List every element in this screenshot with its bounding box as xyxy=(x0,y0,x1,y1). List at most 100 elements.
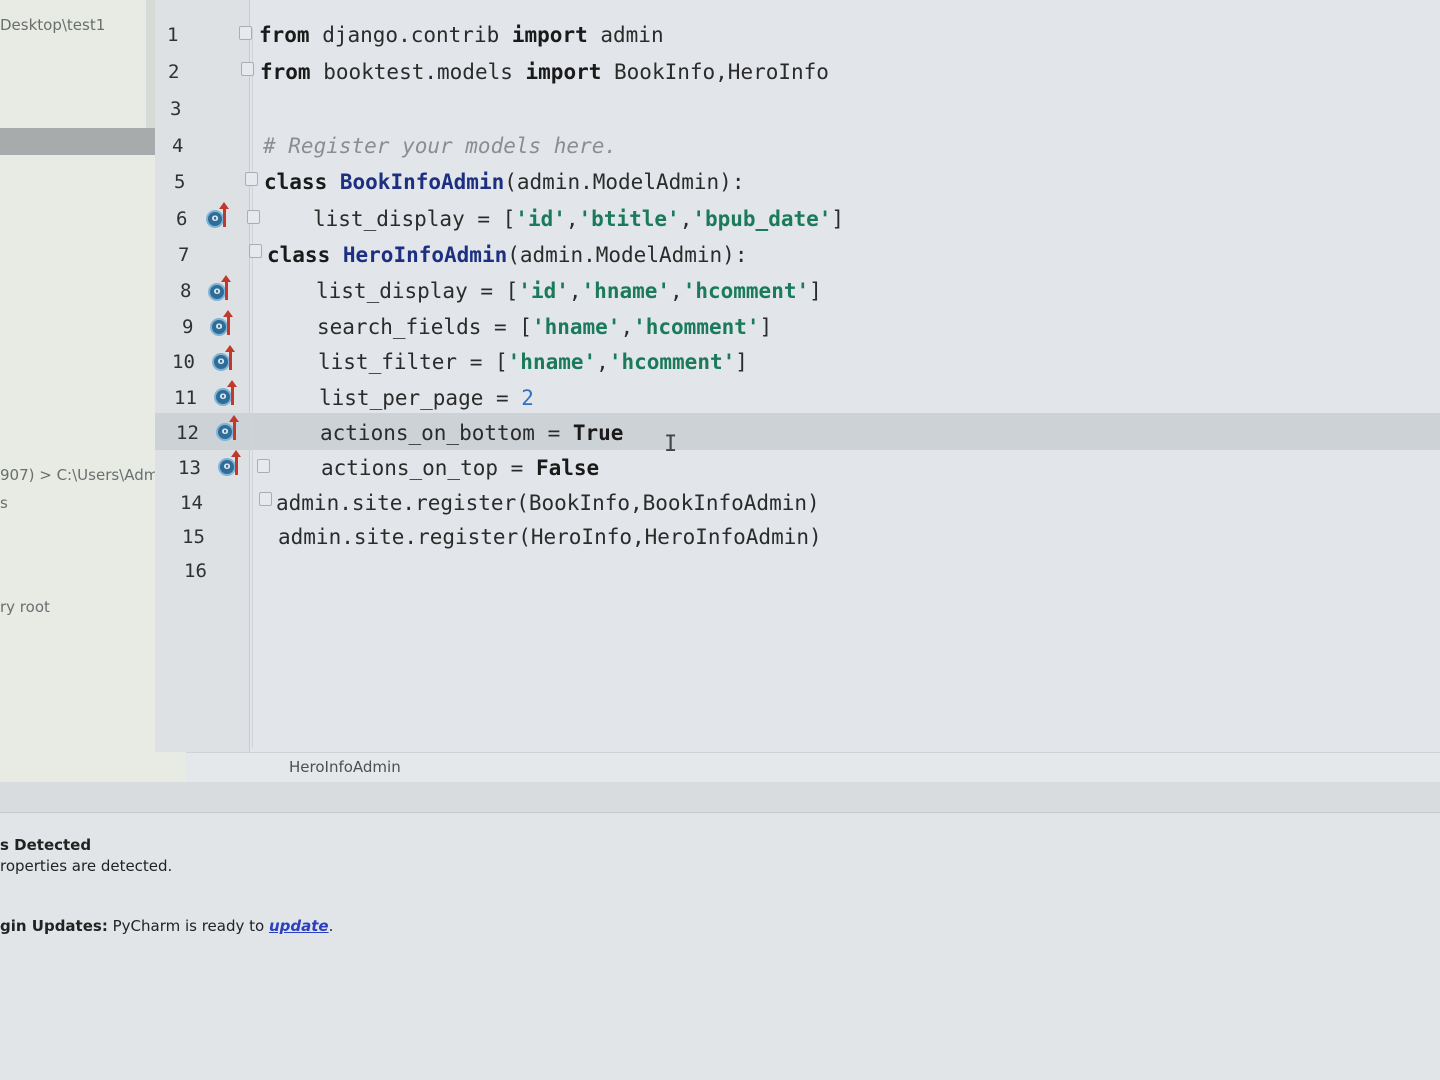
override-method-icon[interactable]: o xyxy=(216,415,246,444)
update-link[interactable]: update xyxy=(269,917,329,935)
bracket: ] xyxy=(759,315,773,339)
project-tree-item[interactable]: s xyxy=(0,494,8,512)
attribute: list_display = [ xyxy=(313,207,516,231)
string-literal: 'hname' xyxy=(531,315,621,339)
code-line-1[interactable]: from django.contrib import admin xyxy=(259,17,664,53)
line-number: 12 xyxy=(176,422,199,444)
fold-icon[interactable] xyxy=(259,492,272,506)
fold-icon[interactable] xyxy=(247,210,260,224)
line-number: 13 xyxy=(178,457,201,479)
line-number: 15 xyxy=(182,526,205,548)
line-number: 16 xyxy=(184,560,207,582)
comma: , xyxy=(568,279,582,303)
event-updates: gin Updates: PyCharm is ready to update. xyxy=(0,917,333,935)
comma: , xyxy=(620,315,634,339)
string-literal: 'hcomment' xyxy=(608,350,736,374)
keyword: class xyxy=(264,170,328,194)
code-line-8[interactable]: list_display = ['id','hname','hcomment'] xyxy=(316,273,822,309)
override-method-icon[interactable]: o xyxy=(206,202,236,231)
keyword: class xyxy=(267,243,331,267)
up-arrow-icon xyxy=(225,345,235,370)
attribute: list_filter = [ xyxy=(318,350,508,374)
keyword: import xyxy=(525,60,602,84)
class-name: HeroInfoAdmin xyxy=(342,243,508,267)
up-arrow-icon xyxy=(231,450,241,475)
fold-icon[interactable] xyxy=(249,244,262,258)
number-literal: 2 xyxy=(521,386,534,410)
code-line-15[interactable]: admin.site.register(HeroInfo,HeroInfoAdm… xyxy=(278,519,822,555)
override-circle-icon: o xyxy=(212,353,230,371)
comma: , xyxy=(679,207,693,231)
override-method-icon[interactable]: o xyxy=(218,450,248,479)
line-number: 3 xyxy=(170,98,182,120)
fold-icon[interactable] xyxy=(241,62,254,76)
project-path[interactable]: Desktop\test1 xyxy=(0,16,105,34)
code-line-12[interactable]: actions_on_bottom = True xyxy=(320,415,623,451)
base-class: (admin.ModelAdmin): xyxy=(504,170,745,194)
code-line-10[interactable]: list_filter = ['hname','hcomment'] xyxy=(318,344,748,380)
code-line-6[interactable]: list_display = ['id','btitle','bpub_date… xyxy=(313,201,844,237)
event-updates-title: gin Updates: xyxy=(0,917,108,935)
code-line-7[interactable]: class HeroInfoAdmin(admin.ModelAdmin): xyxy=(267,237,747,273)
code-line-13[interactable]: actions_on_top = False xyxy=(321,450,599,486)
override-method-icon[interactable]: o xyxy=(214,380,244,409)
up-arrow-icon xyxy=(221,275,231,300)
event-updates-text: PyCharm is ready to xyxy=(107,917,269,935)
override-circle-icon: o xyxy=(206,210,224,228)
comma: , xyxy=(596,350,609,374)
line-number: 5 xyxy=(174,171,186,193)
panel-divider xyxy=(146,0,155,128)
code-line-4[interactable]: # Register your models here. xyxy=(263,128,617,164)
override-circle-icon: o xyxy=(214,388,232,406)
comma: , xyxy=(565,207,579,231)
fold-icon[interactable] xyxy=(239,26,252,40)
keyword: import xyxy=(511,23,588,47)
attribute: search_fields = [ xyxy=(317,315,532,339)
keyword: from xyxy=(259,23,310,47)
string-literal: 'id' xyxy=(515,207,566,231)
string-literal: 'bpub_date' xyxy=(692,207,832,231)
comma: , xyxy=(670,279,683,303)
line-number: 11 xyxy=(174,387,197,409)
override-method-icon[interactable]: o xyxy=(208,275,238,304)
string-literal: 'id' xyxy=(518,279,569,303)
gutter-divider xyxy=(249,0,250,752)
override-circle-icon: o xyxy=(216,423,234,441)
project-tree-selected-row[interactable] xyxy=(0,128,155,155)
breadcrumb[interactable]: HeroInfoAdmin xyxy=(289,758,401,776)
console-path[interactable]: 907) > C:\Users\Admin xyxy=(0,466,172,484)
override-circle-icon: o xyxy=(218,458,236,476)
fold-icon[interactable] xyxy=(257,459,270,473)
up-arrow-icon xyxy=(229,415,239,440)
class-name: BookInfoAdmin xyxy=(339,170,505,194)
bracket: ] xyxy=(809,279,822,303)
boolean-literal: False xyxy=(535,456,600,480)
attribute: actions_on_top = xyxy=(321,456,536,480)
override-method-icon[interactable]: o xyxy=(212,345,242,374)
up-arrow-icon xyxy=(227,380,237,405)
code-line-2[interactable]: from booktest.models import BookInfo,Her… xyxy=(260,54,829,90)
event-log-header xyxy=(0,782,1440,813)
indent-guide xyxy=(252,28,253,748)
import-name: BookInfo,HeroInfo xyxy=(601,60,829,84)
register-call: admin.site.register(HeroInfo,HeroInfoAdm… xyxy=(278,525,822,549)
override-circle-icon: o xyxy=(210,318,228,336)
fold-icon[interactable] xyxy=(245,172,258,186)
code-line-5[interactable]: class BookInfoAdmin(admin.ModelAdmin): xyxy=(264,164,744,200)
code-line-9[interactable]: search_fields = ['hname','hcomment'] xyxy=(317,309,772,345)
code-line-14[interactable]: admin.site.register(BookInfo,BookInfoAdm… xyxy=(276,485,820,521)
code-line-11[interactable]: list_per_page = 2 xyxy=(319,380,534,416)
attribute: list_display = [ xyxy=(316,279,519,303)
string-literal: 'hname' xyxy=(507,350,597,374)
event-log-panel: s Detected roperties are detected. gin U… xyxy=(0,782,1440,1080)
override-method-icon[interactable]: o xyxy=(210,310,240,339)
line-number: 10 xyxy=(172,351,195,373)
event-detected-text: roperties are detected. xyxy=(0,857,173,875)
register-call: admin.site.register(BookInfo,BookInfoAdm… xyxy=(276,491,820,515)
base-class: (admin.ModelAdmin): xyxy=(507,243,748,267)
project-tree-root-item[interactable]: ry root xyxy=(0,598,50,616)
string-literal: 'hcomment' xyxy=(633,315,760,339)
keyword: from xyxy=(260,60,311,84)
line-number: 14 xyxy=(180,492,203,514)
comment: # Register your models here. xyxy=(263,134,618,158)
